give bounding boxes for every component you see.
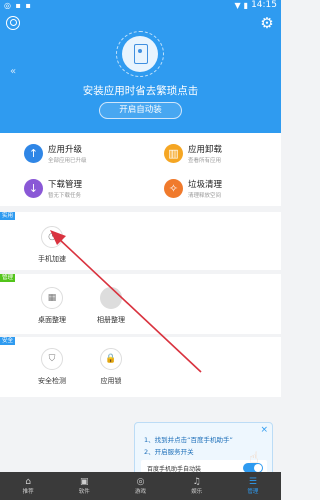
signal-icon: ▼: [234, 0, 241, 10]
section-practical: 实用 ◔ 手机加速: [0, 212, 281, 270]
download-manager-item[interactable]: ↓ 下载管理 暂无下载任务: [0, 172, 140, 208]
tool-label: 相册整理: [97, 316, 125, 324]
nav-label: 推荐: [22, 489, 34, 495]
desktop-organize-tool[interactable]: ▦ 桌面整理: [22, 287, 82, 325]
app-lock-tool[interactable]: 🔒 应用锁: [81, 348, 141, 386]
tool-label: 安全检测: [38, 377, 66, 385]
app-uninstall-subtitle: 查看所有应用: [188, 158, 222, 164]
tool-label: 应用锁: [100, 377, 122, 385]
trash-icon: ▥: [164, 144, 183, 163]
bottom-nav: ⌂ 推荐 ▣ 软件 ◎ 游戏 ♫ 娱乐 ☰ 管理: [0, 472, 281, 500]
tool-label: 桌面整理: [38, 316, 66, 324]
close-icon[interactable]: ×: [260, 426, 268, 435]
nav-recommend[interactable]: ⌂ 推荐: [0, 472, 56, 500]
quick-actions-grid: ↑ 应用升级 全部应用已升级 ▥ 应用卸载 查看所有应用 ↓ 下载管理 暂无下载…: [0, 133, 281, 206]
nav-entertainment[interactable]: ♫ 娱乐: [169, 472, 225, 500]
desktop-icon: ▦: [41, 287, 63, 309]
section-manage: 管理 ▦ 桌面整理 相册整理: [0, 274, 281, 334]
arrow-up-icon: ↑: [24, 144, 43, 163]
phone-speedup-tool[interactable]: ◔ 手机加速: [22, 226, 82, 264]
status-notifications: ◎ ▪ ▪: [4, 1, 32, 10]
phone-icon: [122, 36, 158, 72]
nav-label: 娱乐: [191, 489, 203, 495]
hand-pointer-icon: ☝: [249, 448, 259, 467]
app-uninstall-title: 应用卸载: [188, 145, 223, 155]
battery-icon: ▮: [243, 0, 249, 10]
junk-clean-subtitle: 清理释放空间: [188, 193, 222, 199]
header: ◎ ▪ ▪ ▼ ▮ 14:15 ⚙ « 安装应用时省去繁琐点击 开启自动装: [0, 0, 281, 133]
nav-label: 游戏: [135, 489, 147, 495]
enable-auto-install-button[interactable]: 开启自动装: [99, 102, 182, 119]
shield-icon: ⛉: [41, 348, 63, 370]
arrow-down-icon: ↓: [24, 179, 43, 198]
status-right: ▼ ▮ 14:15: [235, 0, 278, 10]
gear-icon[interactable]: ⚙: [259, 15, 275, 31]
broom-icon: ✧: [164, 179, 183, 198]
entertainment-icon: ♫: [192, 477, 201, 487]
home-icon: ⌂: [25, 477, 31, 487]
junk-clean-item[interactable]: ✧ 垃圾清理 清理释放空间: [140, 172, 280, 208]
avatar-icon[interactable]: [6, 16, 20, 30]
app-upgrade-item[interactable]: ↑ 应用升级 全部应用已升级: [0, 137, 140, 173]
section-security: 安全 ⛉ 安全检测 🔒 应用锁: [0, 337, 281, 397]
nav-games[interactable]: ◎ 游戏: [112, 472, 168, 500]
app-upgrade-title: 应用升级: [48, 145, 83, 155]
hero-title: 安装应用时省去繁琐点击: [82, 85, 199, 97]
download-manager-subtitle: 暂无下载任务: [48, 193, 82, 199]
chevron-left-icon[interactable]: «: [10, 66, 16, 77]
nav-label: 管理: [247, 489, 259, 495]
download-manager-title: 下载管理: [48, 180, 83, 190]
tool-label: 手机加速: [38, 255, 66, 263]
gamepad-icon: ◎: [136, 477, 145, 487]
app-upgrade-subtitle: 全部应用已升级: [48, 158, 87, 164]
nav-software[interactable]: ▣ 软件: [56, 472, 112, 500]
nav-label: 软件: [78, 489, 90, 495]
grid-icon: ▣: [80, 477, 89, 487]
section-tag: 管理: [0, 274, 16, 282]
tip-step-1: 1、找到并点击“百度手机助手”: [144, 436, 233, 444]
tip-step-2: 2、开启服务开关: [144, 448, 194, 456]
section-tag: 实用: [0, 212, 16, 220]
album-organize-tool[interactable]: 相册整理: [81, 287, 141, 325]
app-uninstall-item[interactable]: ▥ 应用卸载 查看所有应用: [140, 137, 280, 173]
security-check-tool[interactable]: ⛉ 安全检测: [22, 348, 82, 386]
manage-icon: ☰: [248, 477, 257, 487]
album-icon: [100, 287, 122, 309]
speedometer-icon: ◔: [41, 226, 63, 248]
status-bar: ◎ ▪ ▪ ▼ ▮ 14:15: [0, 0, 281, 12]
junk-clean-title: 垃圾清理: [188, 180, 223, 190]
section-tag: 安全: [0, 337, 16, 345]
lock-icon: 🔒: [100, 348, 122, 370]
status-time: 14:15: [251, 0, 277, 10]
nav-manage[interactable]: ☰ 管理: [225, 472, 281, 500]
